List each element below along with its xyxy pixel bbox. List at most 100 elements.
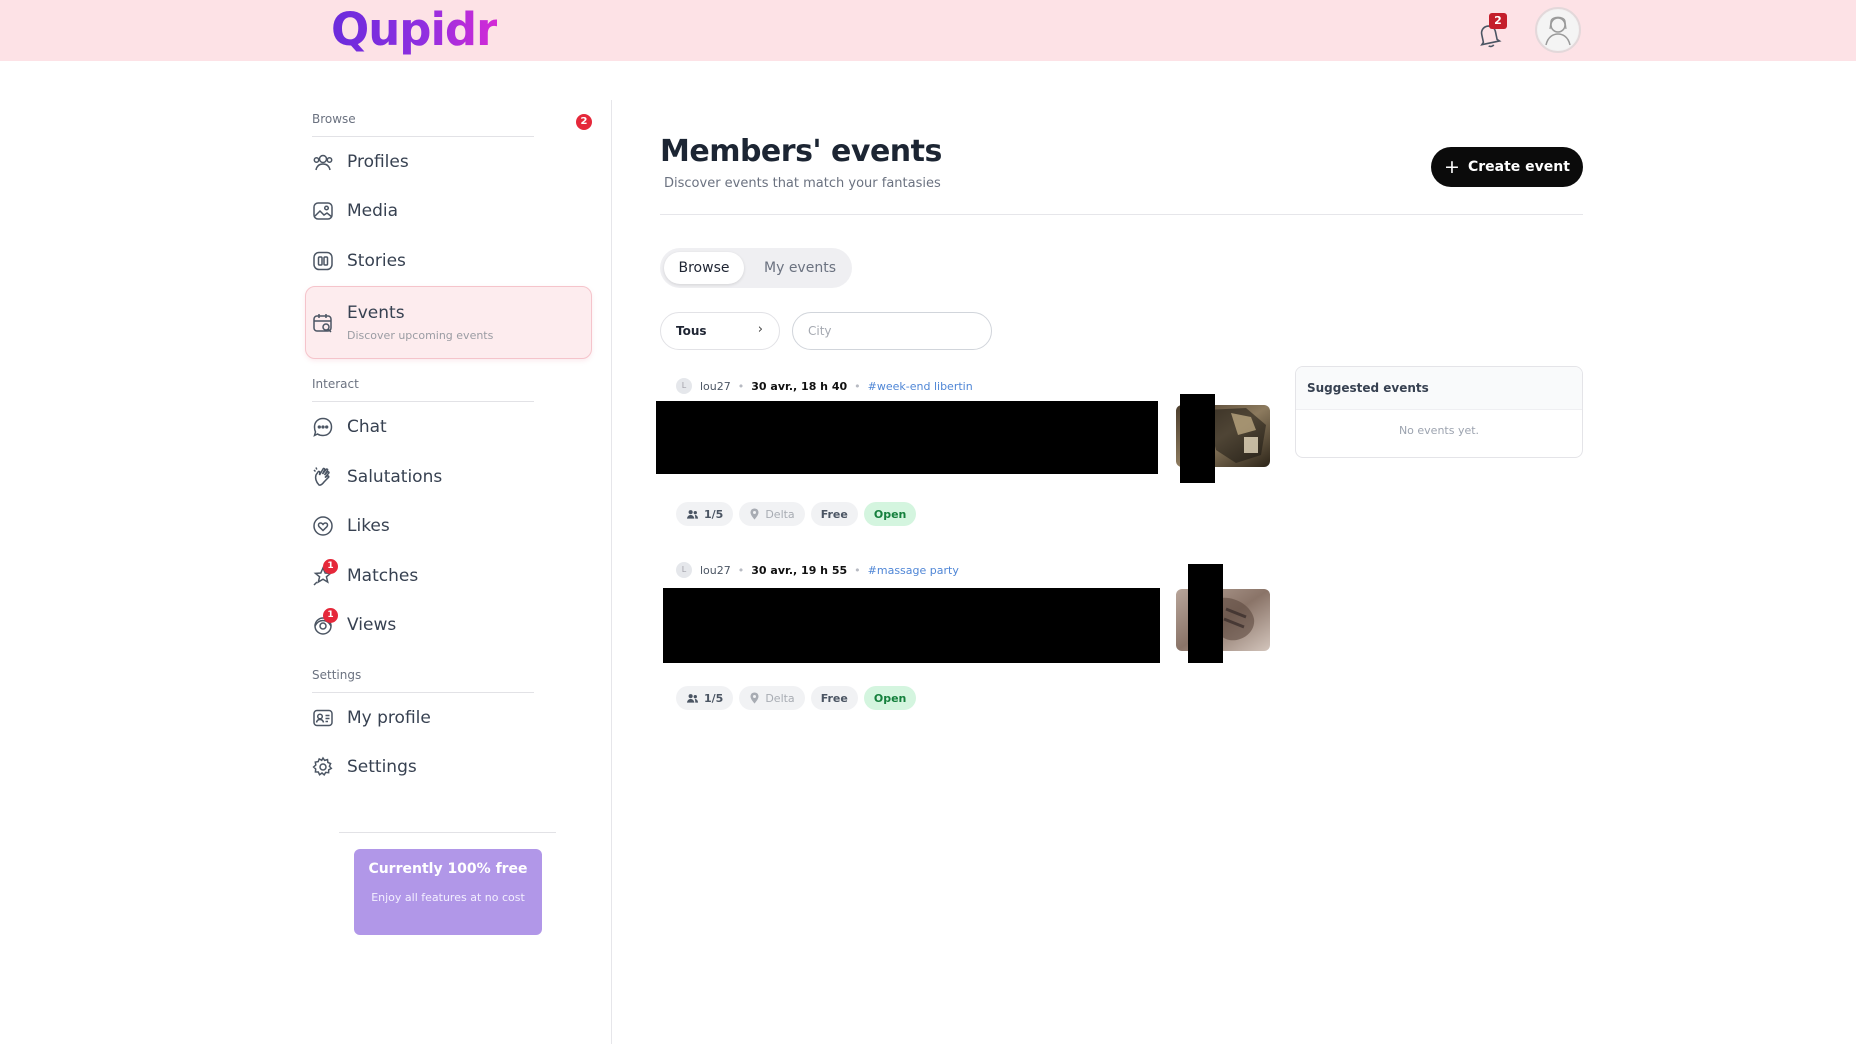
event-date: 30 avr., 18 h 40 <box>751 379 848 393</box>
user-avatar[interactable] <box>1535 7 1581 53</box>
sidebar-item-label: Salutations <box>347 467 443 487</box>
event-user-avatar: L <box>676 562 692 578</box>
chat-icon <box>312 416 334 438</box>
city-input[interactable] <box>792 312 992 350</box>
sidebar-item-label: Stories <box>347 251 406 271</box>
location-pin-icon <box>750 692 759 704</box>
event-card[interactable]: L lou27 • 30 avr., 18 h 40 • #week-end l… <box>656 378 1271 530</box>
event-card[interactable]: L lou27 • 30 avr., 19 h 55 • #massage pa… <box>656 562 1271 714</box>
tab-my-events[interactable]: My events <box>760 252 840 284</box>
top-bar: Qupidr 2 <box>0 0 1856 61</box>
participants-value: 1/5 <box>704 691 724 705</box>
category-select[interactable]: Tous › <box>660 312 780 350</box>
likes-icon <box>312 515 334 537</box>
matches-badge: 1 <box>323 559 338 574</box>
sidebar-item-label: Settings <box>347 757 417 777</box>
sidebar-item-profiles[interactable]: Profiles <box>312 140 592 184</box>
promo-title: Currently 100% free <box>368 861 528 877</box>
section-divider <box>312 692 534 693</box>
sidebar-item-sublabel: Discover upcoming events <box>347 329 494 342</box>
profiles-icon <box>312 151 334 173</box>
create-event-label: Create event <box>1467 159 1570 175</box>
event-meta: L lou27 • 30 avr., 18 h 40 • #week-end l… <box>676 378 973 394</box>
browse-badge: 2 <box>576 114 592 130</box>
salutations-icon <box>312 466 334 488</box>
meta-separator: • <box>854 563 861 577</box>
logo[interactable]: Qupidr <box>331 4 498 56</box>
image-redaction <box>1188 564 1223 663</box>
sidebar: Browse 2 Profiles Media Stories Events D… <box>300 100 612 1044</box>
my-profile-icon <box>312 707 334 729</box>
price-chip: Free <box>810 686 858 710</box>
sidebar-item-label: Likes <box>347 516 390 536</box>
location-chip: Delta <box>739 686 805 710</box>
page-title: Members' events <box>660 134 942 169</box>
meta-separator: • <box>854 379 861 393</box>
participants-chip: 1/5 <box>676 502 734 526</box>
page-subtitle: Discover events that match your fantasie… <box>664 176 941 191</box>
stories-icon <box>312 250 334 272</box>
matches-icon: 1 <box>312 559 338 587</box>
plus-icon: + <box>1444 155 1460 178</box>
location-pin-icon <box>750 508 759 520</box>
participants-value: 1/5 <box>704 507 724 521</box>
media-icon <box>312 200 334 222</box>
status-chip: Open <box>863 502 917 526</box>
section-label-interact: Interact <box>312 377 359 391</box>
suggested-events-empty: No events yet. <box>1398 424 1480 437</box>
promo-card: Currently 100% free Enjoy all features a… <box>354 849 542 935</box>
create-event-button[interactable]: + Create event <box>1431 147 1583 187</box>
sidebar-item-settings[interactable]: Settings <box>312 745 592 789</box>
suggested-events-panel: Suggested events No events yet. <box>1295 366 1583 458</box>
event-title-redacted <box>663 588 1160 663</box>
sidebar-item-my-profile[interactable]: My profile <box>312 696 592 740</box>
tab-browse[interactable]: Browse <box>664 252 744 284</box>
sidebar-item-views[interactable]: 1 Views <box>312 603 592 647</box>
image-redaction <box>1180 394 1215 483</box>
participants-chip: 1/5 <box>676 686 734 710</box>
sidebar-item-label: Views <box>347 615 397 635</box>
avatar-icon <box>1538 10 1578 50</box>
event-user-avatar: L <box>676 378 692 394</box>
sidebar-item-salutations[interactable]: Salutations <box>312 455 592 499</box>
sidebar-item-media[interactable]: Media <box>312 189 592 233</box>
sidebar-item-label: Media <box>347 201 399 221</box>
location-value: Delta <box>765 691 795 705</box>
events-tabs: Browse My events <box>660 248 852 288</box>
events-icon <box>312 312 334 334</box>
suggested-events-title: Suggested events <box>1296 367 1582 410</box>
section-divider <box>312 136 534 137</box>
header-divider <box>660 214 1583 215</box>
sidebar-divider <box>339 832 556 833</box>
status-chip: Open <box>863 686 917 710</box>
location-chip: Delta <box>739 502 805 526</box>
category-select-value: Tous <box>676 324 707 338</box>
location-value: Delta <box>765 507 795 521</box>
event-tag[interactable]: #week-end libertin <box>868 380 973 393</box>
section-label-settings: Settings <box>312 668 362 682</box>
event-user[interactable]: lou27 <box>700 380 731 393</box>
notification-badge: 2 <box>1489 13 1507 29</box>
event-user[interactable]: lou27 <box>700 564 731 577</box>
event-chips: 1/5 Delta Free Open <box>676 502 917 526</box>
promo-subtitle: Enjoy all features at no cost <box>371 891 525 904</box>
sidebar-item-events[interactable]: Events Discover upcoming events <box>305 286 592 359</box>
meta-separator: • <box>737 379 745 393</box>
people-icon <box>686 693 699 703</box>
sidebar-item-stories[interactable]: Stories <box>312 239 592 283</box>
event-tag[interactable]: #massage party <box>868 564 959 577</box>
event-meta: L lou27 • 30 avr., 19 h 55 • #massage pa… <box>676 562 959 578</box>
sidebar-item-label: Profiles <box>347 152 409 172</box>
sidebar-item-likes[interactable]: Likes <box>312 504 592 548</box>
sidebar-item-matches[interactable]: 1 Matches <box>312 554 592 598</box>
views-icon: 1 <box>312 608 338 636</box>
meta-separator: • <box>737 563 745 577</box>
event-chips: 1/5 Delta Free Open <box>676 686 917 710</box>
sidebar-item-label: Matches <box>347 566 419 586</box>
settings-icon <box>312 756 334 778</box>
chevron-right-icon: › <box>757 322 763 337</box>
views-badge: 1 <box>323 608 338 623</box>
section-divider <box>312 401 534 402</box>
sidebar-item-label: My profile <box>347 708 431 728</box>
sidebar-item-chat[interactable]: Chat <box>312 405 592 449</box>
